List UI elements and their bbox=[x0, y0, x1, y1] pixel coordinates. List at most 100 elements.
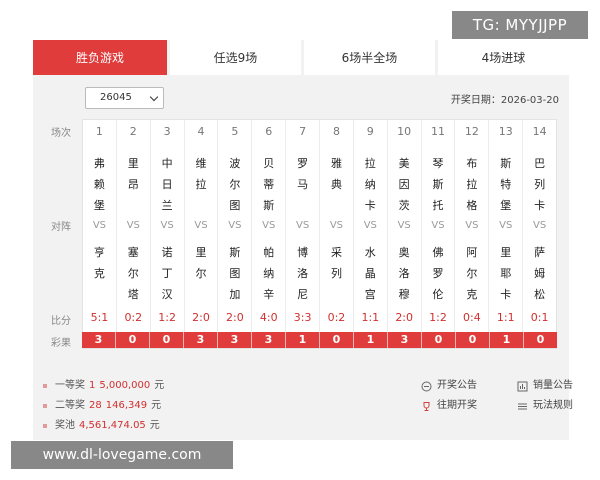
match-column: 6 贝蒂斯 VS 帕纳辛 4:0 bbox=[252, 120, 287, 348]
chevron-down-icon bbox=[149, 92, 159, 102]
prize-list: 一等奖 1 5,000,000 元 二等奖 28 146,349 元 奖池 4,… bbox=[43, 376, 168, 436]
match-score: 4:0 bbox=[259, 311, 278, 324]
game-tabs: 胜负游戏 任选9场 6场半全场 4场进球 bbox=[33, 40, 569, 75]
vs-label: VS bbox=[363, 220, 377, 231]
away-team: 里尔 bbox=[195, 246, 207, 280]
pool-row: 奖池 4,561,474.05 元 bbox=[43, 416, 168, 436]
match-result: 1 bbox=[490, 332, 524, 348]
row-label-result: 彩果 bbox=[51, 338, 71, 349]
tab-sfc[interactable]: 胜负游戏 bbox=[33, 40, 167, 75]
away-team: 诺丁汉 bbox=[161, 246, 173, 301]
match-column: 9 拉纳卡 VS 水晶宫 1:1 bbox=[354, 120, 388, 348]
match-score: 3:3 bbox=[293, 311, 312, 324]
match-score: 2:0 bbox=[192, 311, 210, 324]
match-result: 0 bbox=[456, 332, 490, 348]
history-link[interactable]: 往期开奖 bbox=[421, 396, 477, 416]
bullet-icon bbox=[43, 384, 47, 388]
announcement-label: 开奖公告 bbox=[437, 380, 477, 391]
match-column: 12 布拉格 VS 阿尔克 0:4 bbox=[455, 120, 490, 348]
match-score: 1:2 bbox=[158, 311, 176, 324]
match-score: 0:4 bbox=[463, 311, 481, 324]
match-column: 2 里昂 VS 塞尔塔 0:2 bbox=[117, 120, 151, 348]
home-team: 波尔图 bbox=[229, 157, 241, 212]
home-team: 拉纳卡 bbox=[364, 157, 376, 212]
home-team: 美因茨 bbox=[398, 157, 410, 212]
match-column: 13 斯特堡 VS 里耶卡 1:1 bbox=[489, 120, 524, 348]
prize-unit: 元 bbox=[151, 400, 162, 411]
match-score: 0:2 bbox=[124, 311, 143, 324]
away-team: 佛罗伦 bbox=[432, 246, 444, 301]
prize-label: 一等奖 bbox=[55, 380, 85, 391]
announcement-link[interactable]: 开奖公告 bbox=[421, 376, 477, 396]
away-team: 萨姆松 bbox=[534, 246, 546, 301]
vs-label: VS bbox=[465, 220, 479, 231]
vs-label: VS bbox=[533, 220, 547, 231]
home-team: 布拉格 bbox=[466, 157, 478, 212]
rules-icon bbox=[518, 403, 527, 409]
match-number: 5 bbox=[231, 125, 239, 138]
away-team: 博洛尼 bbox=[297, 246, 309, 301]
home-team: 琴斯托 bbox=[432, 157, 444, 212]
bullet-icon bbox=[43, 404, 47, 408]
match-score: 1:2 bbox=[429, 311, 447, 324]
match-score: 1:1 bbox=[496, 311, 515, 324]
home-team: 中日兰 bbox=[161, 157, 173, 212]
pool-unit: 元 bbox=[149, 420, 160, 431]
trophy-icon bbox=[423, 401, 430, 411]
match-result: 0 bbox=[150, 332, 184, 348]
match-table: 1 弗赖堡 VS 亨克 5:1 2 里昂 VS 塞尔塔 0:2 3 中日兰 VS 诺丁汉 1:2 4 维拉 VS 里… bbox=[82, 119, 557, 349]
rules-label: 玩法规则 bbox=[533, 400, 573, 411]
match-number: 13 bbox=[498, 125, 513, 138]
away-team: 里耶卡 bbox=[500, 246, 512, 301]
row-label-match: 场次 bbox=[51, 128, 71, 139]
issue-select[interactable]: 26045 bbox=[85, 87, 164, 109]
match-result: 0 bbox=[524, 332, 557, 348]
pool-label: 奖池 bbox=[55, 420, 75, 431]
match-number: 9 bbox=[366, 125, 374, 138]
watermark-top: TG: MYYJJPP bbox=[452, 11, 588, 39]
vs-label: VS bbox=[262, 220, 276, 231]
match-column: 5 波尔图 VS 斯图加 2:0 bbox=[218, 120, 253, 348]
match-result: 0 bbox=[422, 332, 456, 348]
match-number: 4 bbox=[197, 125, 205, 138]
prize-row-first: 一等奖 1 5,000,000 元 bbox=[43, 376, 168, 396]
match-column: 14 巴列卡 VS 萨姆松 0:1 bbox=[523, 120, 556, 348]
match-result: 0 bbox=[320, 332, 354, 348]
bullet-icon bbox=[43, 424, 47, 428]
rules-link[interactable]: 玩法规则 bbox=[517, 396, 573, 416]
match-score: 2:0 bbox=[226, 311, 244, 324]
away-team: 水晶宫 bbox=[364, 246, 376, 301]
vs-label: VS bbox=[329, 220, 344, 231]
sales-icon bbox=[517, 381, 528, 391]
match-score: 0:2 bbox=[327, 311, 346, 324]
prize-row-second: 二等奖 28 146,349 元 bbox=[43, 396, 168, 416]
away-team: 亨克 bbox=[93, 246, 105, 280]
prize-count: 1 bbox=[89, 380, 96, 391]
vs-label: VS bbox=[499, 220, 513, 231]
match-number: 7 bbox=[299, 125, 307, 138]
match-result: 3 bbox=[184, 332, 218, 348]
prize-count: 28 bbox=[89, 400, 102, 411]
match-number: 2 bbox=[129, 125, 137, 138]
match-score: 5:1 bbox=[90, 311, 109, 324]
match-number: 10 bbox=[397, 125, 412, 138]
match-number: 11 bbox=[431, 125, 446, 138]
tab-6bqc[interactable]: 6场半全场 bbox=[304, 40, 435, 75]
announcement-icon bbox=[421, 381, 432, 391]
tab-rx9[interactable]: 任选9场 bbox=[170, 40, 301, 75]
draw-date: 开奖日期：2026-03-20 bbox=[450, 95, 559, 106]
prize-label: 二等奖 bbox=[55, 400, 85, 411]
tab-4jq[interactable]: 4场进球 bbox=[438, 40, 569, 75]
match-number: 14 bbox=[532, 125, 547, 138]
away-team: 阿尔克 bbox=[466, 246, 478, 301]
match-score: 1:1 bbox=[361, 311, 380, 324]
sales-label: 销量公告 bbox=[533, 380, 573, 391]
home-team: 斯特堡 bbox=[500, 157, 512, 212]
lottery-panel: 胜负游戏 任选9场 6场半全场 4场进球 26045 开奖日期：2026-03-… bbox=[33, 40, 573, 440]
match-number: 12 bbox=[464, 125, 479, 138]
away-team: 塞尔塔 bbox=[127, 246, 139, 301]
prize-amount: 5,000,000 bbox=[99, 380, 151, 391]
sales-link[interactable]: 销量公告 bbox=[517, 376, 573, 396]
match-column: 8 雅典 VS 采列 0:2 bbox=[320, 120, 354, 348]
match-result: 3 bbox=[388, 332, 422, 348]
